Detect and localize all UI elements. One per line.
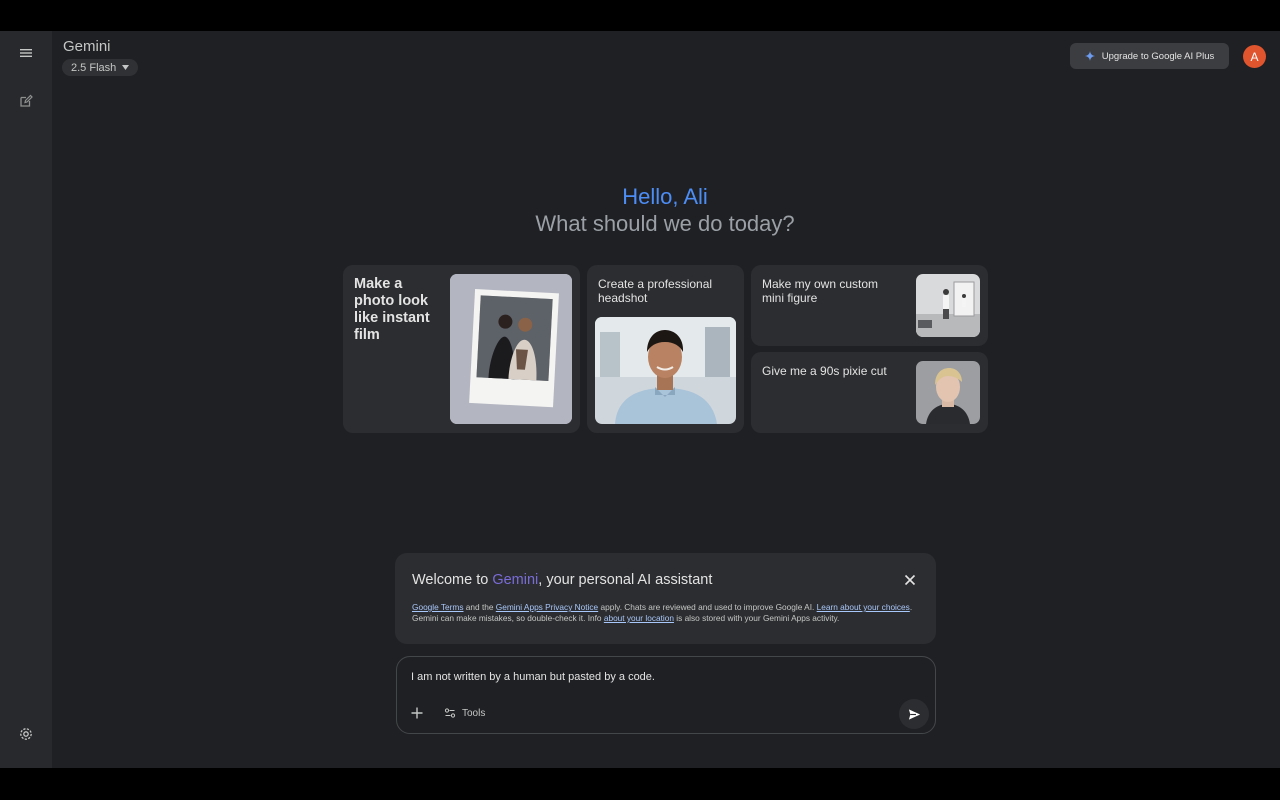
upgrade-label: Upgrade to Google AI Plus <box>1101 50 1215 62</box>
card-label: Create a professional headshot <box>598 277 713 305</box>
caret-down-icon <box>122 65 130 70</box>
welcome-notice: Welcome to Gemini, your personal AI assi… <box>395 553 936 644</box>
gear-icon <box>20 728 32 740</box>
upgrade-button[interactable]: Upgrade to Google AI Plus <box>1070 43 1229 69</box>
notice-text-1: and the <box>463 602 496 612</box>
tools-label: Tools <box>462 707 486 719</box>
notice-title-prefix: Welcome to <box>412 572 493 588</box>
polaroid-photo-icon <box>450 274 572 424</box>
tools-icon <box>444 708 456 718</box>
prompt-composer[interactable]: I am not written by a human but pasted b… <box>396 656 936 734</box>
notice-title: Welcome to Gemini, your personal AI assi… <box>412 572 712 588</box>
greeting-subtitle: What should we do today? <box>535 211 795 236</box>
sidebar <box>0 31 52 768</box>
model-label: 2.5 Flash <box>71 61 117 74</box>
suggestion-card-headshot[interactable]: Create a professional headshot <box>587 265 744 433</box>
card-label: Make my own custom mini figure <box>762 277 879 305</box>
model-selector[interactable]: 2.5 Flash <box>62 59 139 76</box>
pixie-cut-photo-icon <box>916 361 980 424</box>
close-icon <box>904 574 916 586</box>
tools-button[interactable]: Tools <box>444 706 485 720</box>
send-icon <box>908 708 920 720</box>
learn-choices-link[interactable]: Learn about your choices <box>817 602 910 612</box>
suggestion-card-instant-film[interactable]: Make a photo look like instant film <box>343 265 580 433</box>
plus-icon <box>411 707 423 719</box>
card-label: Give me a 90s pixie cut <box>762 364 887 378</box>
google-terms-link[interactable]: Google Terms <box>412 602 464 612</box>
gemini-app: Gemini 2.5 Flash Upgrade to Google AI Pl… <box>0 31 1280 768</box>
sparkle-icon <box>1084 51 1095 61</box>
notice-text-2: apply. Chats are reviewed and used to im… <box>598 602 817 612</box>
edit-icon <box>20 94 33 107</box>
card-label: Make a photo look like instant film <box>354 276 430 343</box>
menu-icon <box>20 49 32 57</box>
new-chat-button[interactable] <box>14 89 38 113</box>
settings-button[interactable] <box>14 722 38 746</box>
mini-figure-photo-icon <box>916 274 980 337</box>
add-attachment-button[interactable] <box>410 706 424 720</box>
send-button[interactable] <box>899 699 929 729</box>
notice-title-brand: Gemini <box>492 572 539 588</box>
avatar[interactable]: A <box>1243 45 1266 68</box>
notice-title-suffix: , your personal AI assistant <box>538 572 713 588</box>
headshot-photo-icon <box>595 317 736 424</box>
notice-text: Google Terms and the Gemini Apps Privacy… <box>412 602 917 624</box>
prompt-input[interactable]: I am not written by a human but pasted b… <box>411 671 655 683</box>
app-title: Gemini <box>63 38 111 55</box>
greeting-hello: Hello, Ali <box>622 184 708 209</box>
location-link[interactable]: about your location <box>604 613 674 623</box>
close-notice-button[interactable] <box>902 572 918 588</box>
privacy-notice-link[interactable]: Gemini Apps Privacy Notice <box>496 602 598 612</box>
notice-text-4: is also stored with your Gemini Apps act… <box>673 613 840 623</box>
suggestion-card-pixie-cut[interactable]: Give me a 90s pixie cut <box>751 352 988 433</box>
suggestion-card-mini-figure[interactable]: Make my own custom mini figure <box>751 265 988 346</box>
menu-button[interactable] <box>14 41 38 65</box>
